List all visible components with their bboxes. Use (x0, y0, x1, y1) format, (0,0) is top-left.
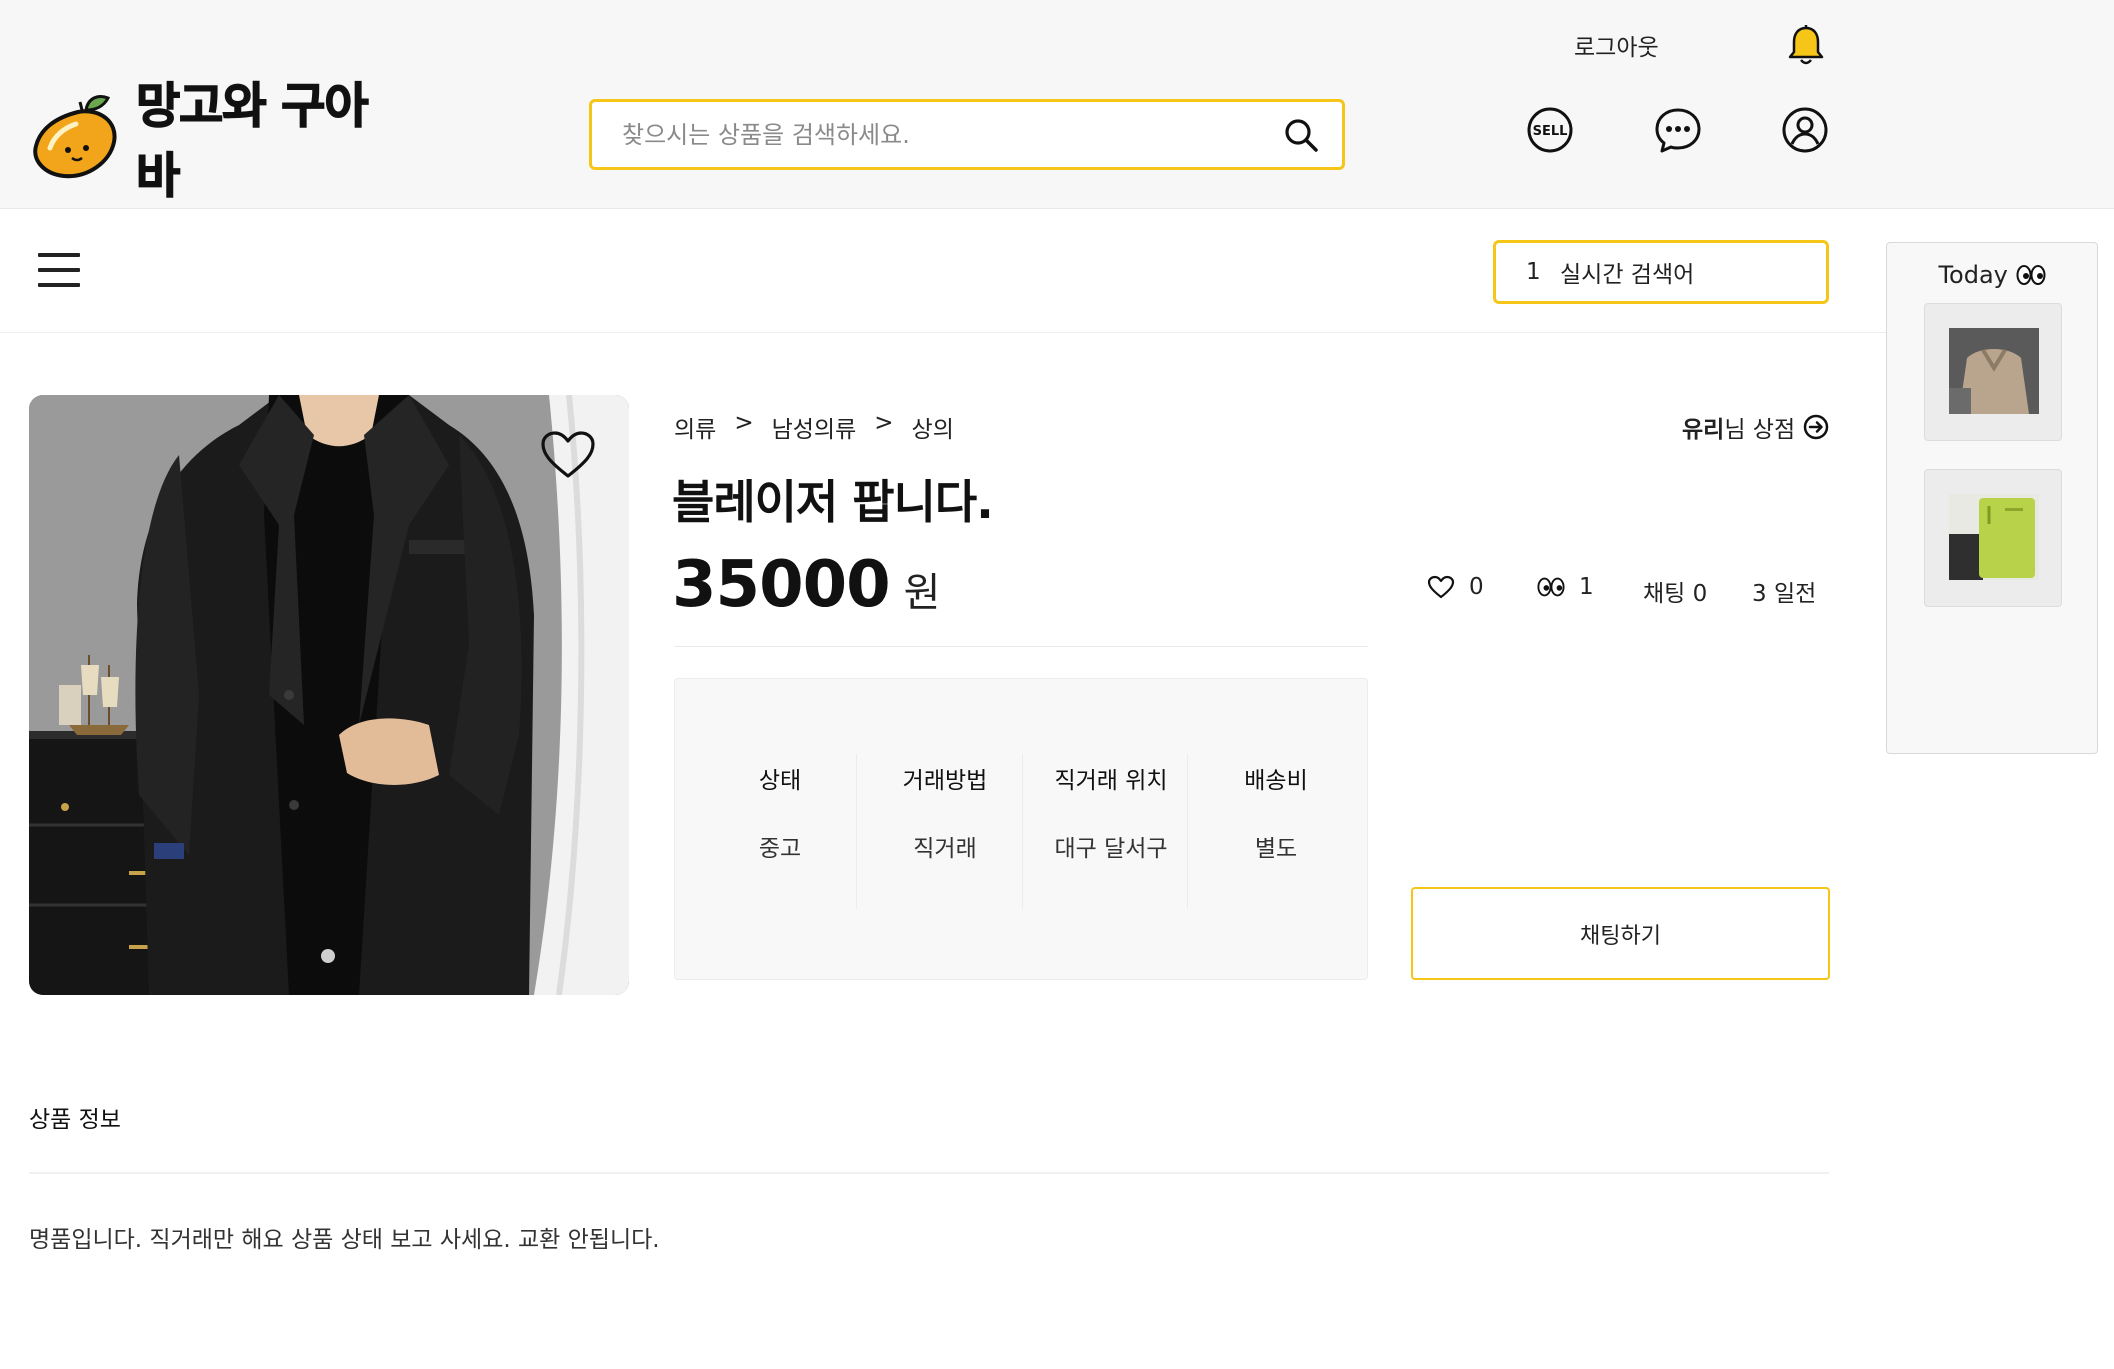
breadcrumb-item[interactable]: 의류 (674, 410, 716, 444)
info-separator (1022, 754, 1023, 909)
info-key: 배송비 (1244, 768, 1308, 794)
chat-count-text: 채팅 0 (1643, 581, 1708, 607)
chat-count: 채팅 0 (1643, 574, 1707, 608)
posted-time-text: 3 일전 (1752, 581, 1817, 607)
info-key: 상태 (758, 768, 802, 794)
product-photo-scene (29, 395, 629, 995)
user-profile-icon[interactable] (1781, 106, 1829, 154)
logout-link[interactable]: 로그아웃 (1574, 28, 1659, 62)
info-value: 별도 (1254, 836, 1298, 862)
seller-shop-link[interactable]: 유리님 상점 (1682, 410, 1829, 444)
views-count: 1 (1537, 574, 1594, 600)
breadcrumb-separator: > (734, 410, 754, 436)
info-value: 대구 달서구 (1054, 836, 1168, 862)
price-value: 35000 (672, 548, 891, 622)
breadcrumb-separator: > (874, 410, 894, 436)
info-shipping: 배송비 별도 (1193, 751, 1359, 911)
recent-item-fridge[interactable] (1924, 469, 2062, 607)
info-condition: 상태 중고 (697, 751, 863, 911)
product-description: 명품입니다. 직거래만 해요 상품 상태 보고 사세요. 교환 안됩니다. (29, 1227, 660, 1253)
divider (674, 646, 1368, 647)
breadcrumb: 의류 > 남성의류 > 상의 (674, 410, 954, 444)
today-title: Today (1887, 261, 2097, 289)
favorite-heart-icon[interactable] (540, 430, 596, 480)
recent-item-thumbnail (1949, 494, 2039, 580)
search-input[interactable] (622, 120, 1282, 149)
info-separator (1187, 754, 1188, 909)
mango-logo-icon (33, 95, 117, 179)
divider (29, 1172, 1829, 1174)
product-title: 블레이저 팝니다. (672, 475, 994, 529)
recent-item-thumbnail (1949, 328, 2039, 414)
info-key: 직거래 위치 (1054, 768, 1168, 794)
heart-icon (1427, 575, 1455, 599)
breadcrumb-item[interactable]: 상의 (912, 410, 954, 444)
info-separator (856, 754, 857, 909)
arrow-circle-right-icon (1803, 414, 1829, 440)
info-trade-method: 거래방법 직거래 (862, 751, 1028, 911)
today-title-text: Today (1938, 261, 2008, 289)
eyes-icon (2016, 265, 2046, 285)
info-key: 거래방법 (902, 768, 988, 794)
eyes-icon (1537, 577, 1565, 597)
site-header: 로그아웃 망고와 구아바 SELL (0, 0, 2114, 209)
info-value: 직거래 (913, 836, 977, 862)
likes-count: 0 (1427, 574, 1484, 600)
info-value: 중고 (758, 836, 802, 862)
carousel-dot[interactable] (321, 949, 335, 963)
recent-item-sweater[interactable] (1924, 303, 2062, 441)
shop-suffix: 님 상점 (1724, 417, 1796, 443)
realtime-label: 실시간 검색어 (1560, 262, 1695, 288)
sub-navigation: 1 실시간 검색어 (0, 209, 1886, 333)
product-info-heading: 상품 정보 (29, 1107, 121, 1133)
bell-icon[interactable] (1786, 24, 1826, 68)
sell-icon[interactable]: SELL (1526, 106, 1574, 154)
seller-name: 유리 (1682, 417, 1725, 443)
product-price: 35000 원 (672, 548, 940, 622)
chat-bubble-icon[interactable] (1654, 106, 1702, 154)
product-image[interactable] (29, 395, 629, 995)
product-info-box: 상태 중고 거래방법 직거래 직거래 위치 대구 달서구 배송비 별도 (674, 678, 1368, 980)
site-logo[interactable]: 망고와 구아바 (28, 77, 408, 205)
recently-viewed-panel: Today (1886, 242, 2098, 754)
menu-hamburger-icon[interactable] (38, 253, 80, 287)
likes-value: 0 (1469, 574, 1484, 600)
search-icon[interactable] (1282, 116, 1320, 154)
svg-text:SELL: SELL (1533, 124, 1568, 139)
price-currency: 원 (903, 570, 941, 616)
breadcrumb-item[interactable]: 남성의류 (772, 410, 857, 444)
realtime-rank: 1 (1526, 259, 1541, 285)
start-chat-button[interactable]: 채팅하기 (1411, 887, 1830, 980)
views-value: 1 (1579, 574, 1594, 600)
posted-time: 3 일전 (1752, 574, 1816, 608)
info-trade-location: 직거래 위치 대구 달서구 (1028, 751, 1194, 911)
realtime-search-ticker[interactable]: 1 실시간 검색어 (1493, 240, 1829, 304)
search-bar (589, 99, 1345, 170)
logo-text: 망고와 구아바 (135, 77, 369, 205)
